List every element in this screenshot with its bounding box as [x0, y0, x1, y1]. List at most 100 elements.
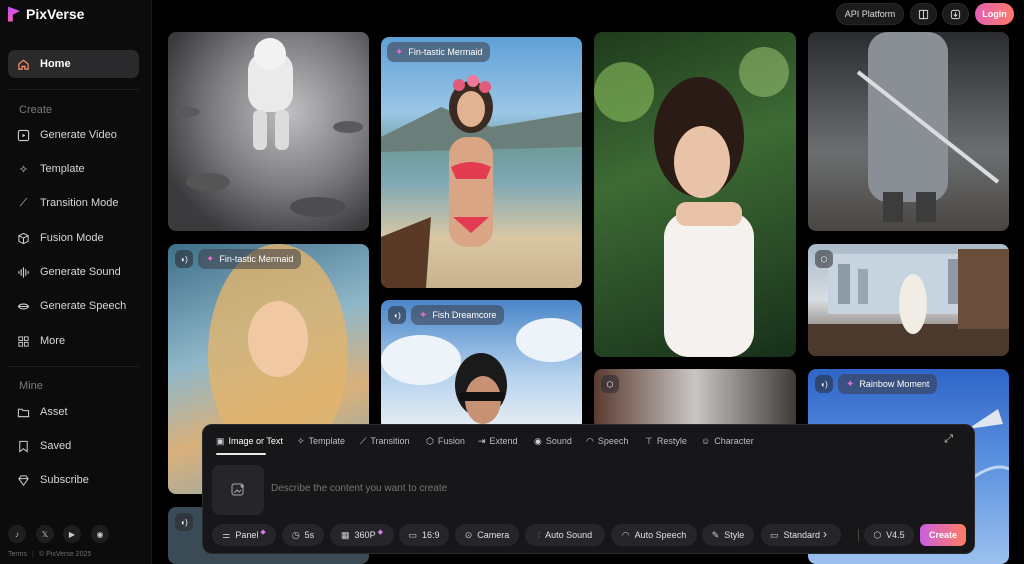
extend-icon: ⇥: [478, 435, 486, 446]
sidebar-item-more[interactable]: More: [8, 327, 139, 355]
image-icon: ▣: [216, 435, 225, 446]
sparkle-icon: ✦: [419, 309, 428, 321]
sliders-icon: ⚌: [222, 529, 231, 540]
sidebar-item-generate-video[interactable]: Generate Video: [8, 121, 139, 149]
tab-restyle[interactable]: ⊤ Restyle: [645, 433, 687, 449]
tab-sound[interactable]: ◉ Sound: [534, 433, 572, 449]
prompt-input[interactable]: [271, 480, 871, 496]
sidebar-item-label: Fusion Mode: [40, 232, 104, 244]
woman-white-dress-image: [594, 47, 789, 357]
create-section-label: Create: [19, 104, 53, 116]
moon-surface-image: [176, 38, 363, 217]
camera-chip[interactable]: ⊙ Camera: [455, 524, 519, 546]
premium-diamond-icon: ◆: [377, 529, 383, 536]
samurai-image: [856, 32, 1000, 222]
lips-icon: ◠: [621, 529, 630, 540]
clock-icon: ◷: [291, 529, 300, 540]
tab-speech[interactable]: ◠ Speech: [586, 433, 628, 449]
sidebar-item-generate-speech[interactable]: Generate Speech: [8, 292, 139, 320]
tab-fusion[interactable]: ⬡ Fusion: [426, 433, 465, 449]
sidebar-item-label: Transition Mode: [40, 197, 119, 209]
terms-link[interactable]: Terms: [8, 551, 27, 558]
tab-extend[interactable]: ⇥ Extend: [478, 433, 518, 449]
beach-woman-image: [381, 75, 582, 288]
camera-icon: ⊙: [464, 529, 473, 540]
gallery-card-fish-dreamcore[interactable]: ◖) ✦ Fish Dreamcore: [381, 300, 582, 430]
tab-transition[interactable]: ⟋ Transition: [360, 433, 410, 449]
gallery-card-white-dress[interactable]: [594, 32, 796, 357]
x-twitter-icon[interactable]: 𝕏: [36, 525, 54, 543]
brush-icon: ⊤: [645, 435, 653, 446]
sidebar-item-label: Home: [40, 58, 71, 70]
tab-template[interactable]: ✧ Template: [297, 433, 345, 449]
template-tag: ✦ Fin-tastic Mermaid: [198, 249, 302, 269]
lips-icon: ◠: [586, 435, 594, 446]
gallery-card-samurai[interactable]: [808, 32, 1009, 231]
gallery-card-office[interactable]: ⬡: [808, 244, 1009, 356]
sidebar-item-fusion-mode[interactable]: Fusion Mode: [8, 224, 139, 252]
quality-chip[interactable]: ▭ Standard: [761, 524, 841, 546]
aspect-ratio-chip[interactable]: ▭ 16:9: [399, 524, 449, 546]
login-button[interactable]: Login: [975, 3, 1014, 25]
download-app-icon[interactable]: [942, 3, 969, 25]
create-button[interactable]: Create: [920, 524, 966, 546]
gallery-card-city-street[interactable]: ⬡: [594, 369, 796, 429]
tab-character[interactable]: ☺ Character: [701, 433, 754, 449]
premium-diamond-icon: ◆: [260, 529, 266, 536]
bookmark-icon: [17, 440, 30, 453]
auto-sound-chip[interactable]: ⫶ Auto Sound: [525, 524, 605, 546]
discord-icon[interactable]: ◉: [91, 525, 109, 543]
sound-icon: ◖): [815, 375, 833, 393]
sound-wave-icon: [17, 266, 30, 279]
sidebar-item-home[interactable]: Home: [8, 50, 139, 78]
copyright-text: © PixVerse 2025: [39, 551, 92, 558]
youtube-icon[interactable]: ▶: [63, 525, 81, 543]
sidebar-item-subscribe[interactable]: Subscribe: [8, 466, 139, 494]
sidebar-item-saved[interactable]: Saved: [8, 432, 139, 460]
sparkle-icon: ✧: [297, 435, 305, 446]
sidebar-item-transition-mode[interactable]: ⟋ Transition Mode: [8, 189, 139, 217]
auto-speech-chip[interactable]: ◠ Auto Speech: [611, 524, 697, 546]
style-icon: ✎: [711, 529, 720, 540]
sidebar-item-label: Generate Sound: [40, 266, 121, 278]
active-tab-indicator: [216, 453, 266, 455]
footer-separator: |: [32, 551, 34, 558]
magic-wand-icon: ⟋: [19, 196, 28, 209]
sidebar-item-label: Asset: [40, 406, 68, 418]
face-icon: ☺: [701, 436, 711, 446]
resolution-chip[interactable]: ▦ 360P ◆: [330, 524, 394, 546]
duration-chip[interactable]: ◷ 5s: [282, 524, 324, 546]
expand-icon[interactable]: ⤢: [944, 433, 953, 446]
create-panel: ▣ Image or Text ✧ Template ⟋ Transition ⬡ Fu…: [202, 424, 975, 554]
gallery-card-mermaid-2[interactable]: ✦ Fin-tastic Mermaid: [381, 37, 582, 288]
add-image-icon: [231, 483, 244, 496]
model-version-chip[interactable]: ⬡ V4.5: [864, 524, 914, 546]
sidebar-item-generate-sound[interactable]: Generate Sound: [8, 258, 139, 286]
api-platform-button[interactable]: API Platform: [836, 3, 904, 25]
sidebar-item-label: More: [40, 335, 66, 347]
sidebar-item-template[interactable]: ✧ Template: [8, 155, 139, 183]
quality-icon: ▭: [770, 529, 779, 540]
sparkle-icon: ✧: [18, 163, 29, 176]
lips-icon: [17, 300, 30, 313]
tiktok-icon[interactable]: ♪: [8, 525, 26, 543]
template-tag: ✦ Fish Dreamcore: [411, 305, 505, 325]
upload-image-button[interactable]: [212, 465, 264, 515]
logo[interactable]: PixVerse: [8, 4, 84, 24]
cube-icon: [17, 232, 30, 245]
panel-chip[interactable]: ⚌ Panel ◆: [212, 524, 276, 546]
gallery-card-astronaut-cat[interactable]: [168, 32, 369, 231]
template-tag: ✦ Rainbow Moment: [838, 374, 938, 394]
sound-icon: ◖): [175, 250, 193, 268]
sound-wave-icon: ⫶: [537, 529, 541, 540]
book-icon[interactable]: [910, 3, 937, 25]
sound-icon: ◖): [175, 513, 193, 531]
template-tag: ✦ Fin-tastic Mermaid: [387, 42, 491, 62]
style-chip[interactable]: ✎ Style: [702, 524, 754, 546]
divider: [8, 89, 139, 90]
cube-icon: ⬡: [601, 375, 619, 393]
tab-image-or-text[interactable]: ▣ Image or Text: [216, 433, 283, 449]
home-icon: [17, 58, 30, 71]
sidebar-item-asset[interactable]: Asset: [8, 398, 139, 426]
scroll-right-chevron-icon[interactable]: ›: [823, 527, 827, 541]
